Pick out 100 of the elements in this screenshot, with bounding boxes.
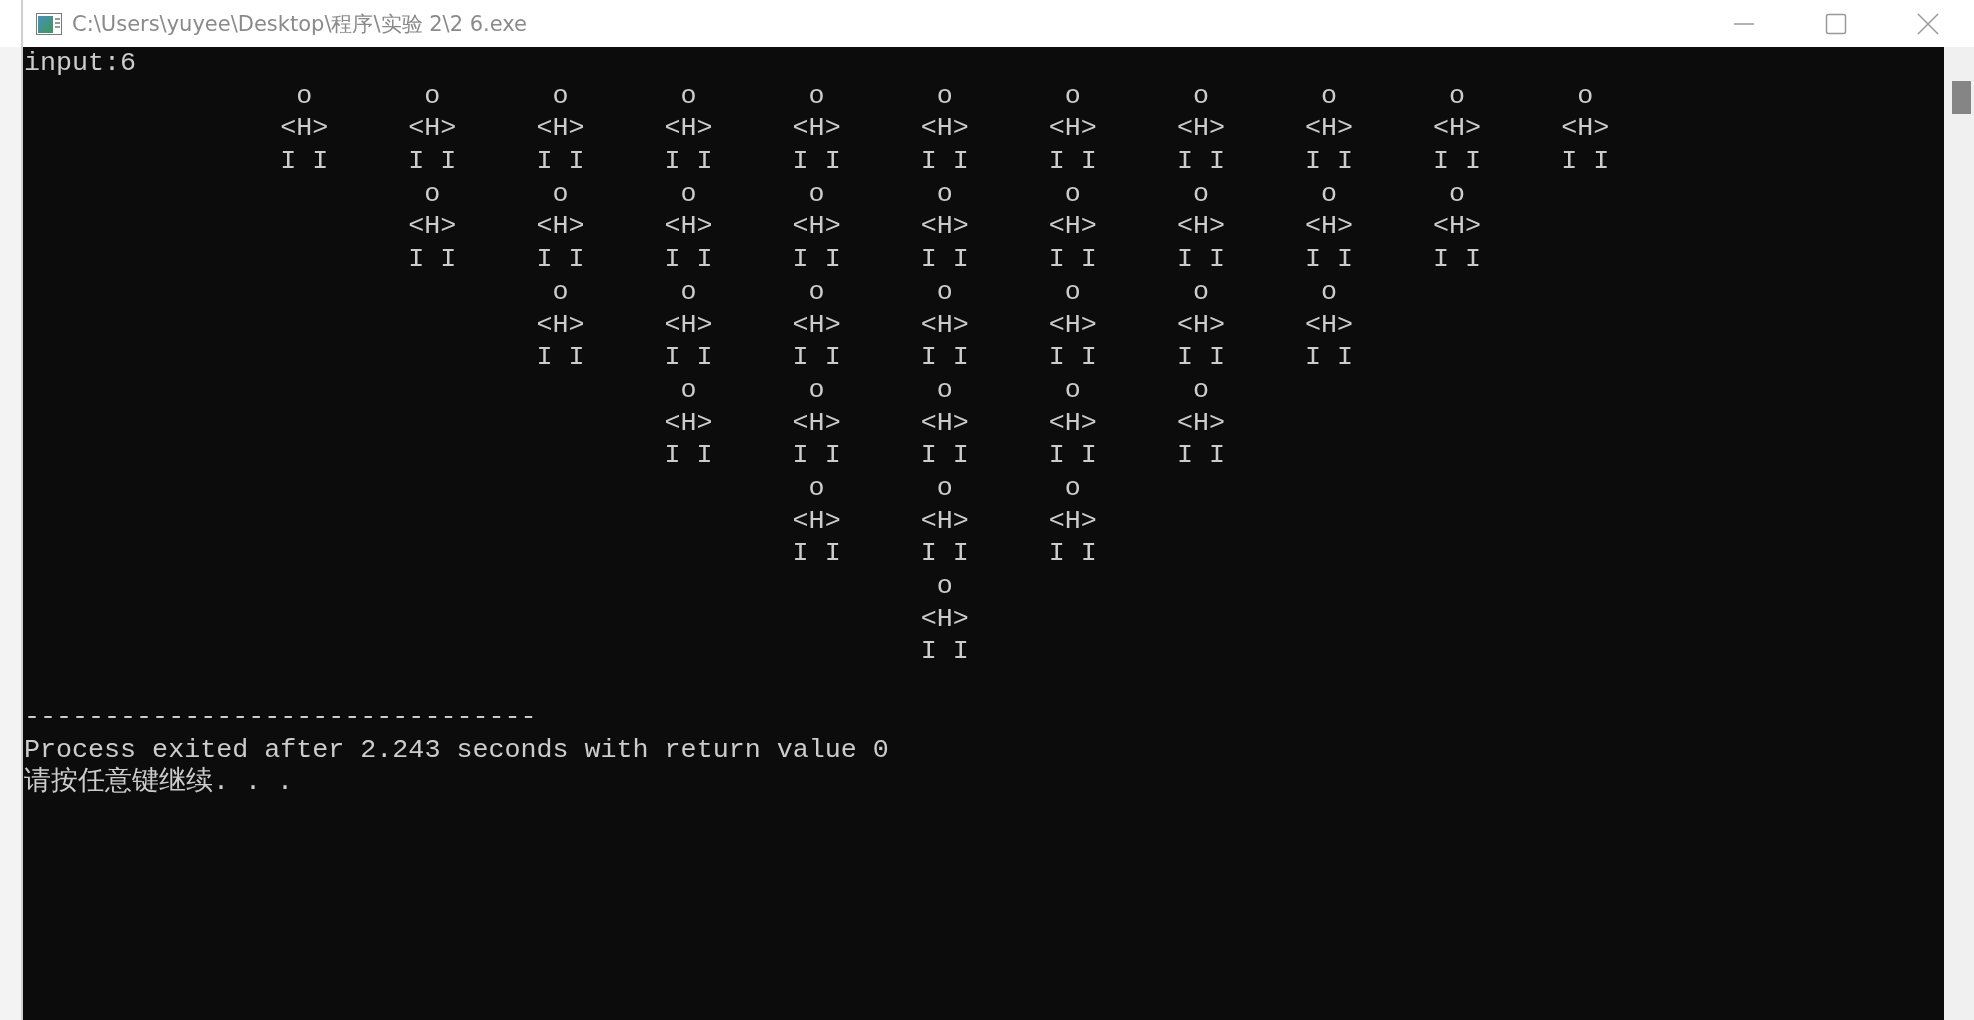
figure-legs: I I <box>1048 243 1097 276</box>
figure-head: o <box>552 177 569 211</box>
figure-legs: I I <box>792 537 841 570</box>
figure-head: o <box>936 373 953 407</box>
figure-body: <H> <box>1305 308 1354 342</box>
figure-legs: I I <box>408 145 457 178</box>
figure-legs: I I <box>1305 145 1354 178</box>
figure-head: o <box>936 275 953 309</box>
figure-head: o <box>552 275 569 309</box>
figure-legs: I I <box>1561 145 1610 178</box>
figure-legs: I I <box>536 145 585 178</box>
console-line: input:6 <box>24 47 137 80</box>
figure-body: <H> <box>1561 112 1610 146</box>
figure-head: o <box>1577 79 1594 113</box>
figure-head: o <box>424 79 441 113</box>
figure-head: o <box>1321 275 1337 309</box>
figure-body: <H> <box>1433 112 1482 146</box>
figure-head: o <box>936 177 953 211</box>
figure-body: <H> <box>920 406 969 440</box>
figure-body: <H> <box>792 504 841 538</box>
figure-head: o <box>1064 373 1081 407</box>
figure-head: o <box>296 79 313 113</box>
figure-body: <H> <box>1048 210 1097 244</box>
figure-body: <H> <box>1048 406 1097 440</box>
figure-body: <H> <box>408 210 457 244</box>
figure-legs: I I <box>1305 243 1354 276</box>
scrollbar[interactable] <box>1944 47 1974 1020</box>
figure-body: <H> <box>920 308 969 342</box>
figure-legs: I I <box>1305 341 1354 374</box>
figure-head: o <box>808 275 825 309</box>
figure-body: <H> <box>920 602 969 636</box>
figure-legs: I I <box>1176 341 1225 374</box>
figure-head: o <box>680 177 697 211</box>
figure-legs: I I <box>536 243 585 276</box>
figure-legs: I I <box>920 635 969 669</box>
figure-legs: I I <box>280 145 329 178</box>
figure-legs: I I <box>664 243 713 276</box>
figure-legs: I I <box>792 145 841 178</box>
console-line: 请按任意键继续. . . <box>24 766 294 800</box>
figure-legs: I I <box>1048 145 1097 178</box>
figure-body: <H> <box>920 210 969 244</box>
figure-legs: I I <box>664 145 713 178</box>
figure-body: <H> <box>1305 112 1354 146</box>
figure-legs: I I <box>920 243 969 276</box>
figure-legs: I I <box>920 145 969 178</box>
figure-head: o <box>808 373 825 407</box>
figure-head: o <box>1064 275 1081 309</box>
figure-head: o <box>1449 79 1466 113</box>
figure-body: <H> <box>664 210 713 244</box>
figure-body: <H> <box>1176 406 1225 440</box>
figure-legs: I I <box>1048 439 1097 472</box>
figure-legs: I I <box>792 341 841 374</box>
figure-head: o <box>808 177 825 211</box>
figure-body: <H> <box>920 504 969 538</box>
figure-legs: I I <box>1433 145 1482 178</box>
figure-head: o <box>1192 373 1209 407</box>
figure-head: o <box>1064 471 1081 505</box>
figure-legs: I I <box>1048 537 1097 570</box>
minimize-icon <box>1734 22 1754 25</box>
figure-legs: I I <box>1176 243 1225 276</box>
figure-body: <H> <box>1305 210 1354 244</box>
figure-body: <H> <box>664 406 713 440</box>
figure-body: <H> <box>792 112 841 146</box>
figure-head: o <box>808 471 825 505</box>
figure-body: <H> <box>792 308 841 342</box>
figure-body: <H> <box>1433 210 1482 244</box>
figure-body: <H> <box>792 210 841 244</box>
figure-body: <H> <box>1048 112 1097 146</box>
figure-head: o <box>424 177 441 211</box>
figure-legs: I I <box>1176 145 1225 178</box>
figure-head: o <box>1192 177 1209 211</box>
figure-head: o <box>936 570 953 603</box>
figure-legs: I I <box>920 341 969 374</box>
figure-legs: I I <box>408 243 457 276</box>
figure-head: o <box>936 471 953 505</box>
figure-head: o <box>1192 275 1209 309</box>
figure-head: o <box>552 79 569 113</box>
figure-body: <H> <box>536 210 585 244</box>
maximize-icon <box>1825 12 1847 35</box>
figure-body: <H> <box>280 112 329 146</box>
figure-head: o <box>1321 177 1337 211</box>
scrollbar-thumb[interactable] <box>1952 81 1971 114</box>
figure-body: <H> <box>664 308 713 342</box>
figure-legs: I I <box>1176 439 1225 472</box>
figure-body: <H> <box>792 406 841 440</box>
figure-body: <H> <box>920 112 969 146</box>
figure-legs: I I <box>792 243 841 276</box>
figure-head: o <box>680 79 697 113</box>
console-line: Process exited after 2.243 seconds with return value 0 <box>24 733 889 766</box>
window-title: C:\Users\yuyee\Desktop\程序\实验 2\2 6.exe <box>72 10 527 38</box>
figure-body: <H> <box>1176 210 1225 244</box>
figure-body: <H> <box>1176 112 1225 146</box>
console-window-icon <box>36 12 62 35</box>
figure-legs: I I <box>792 439 841 472</box>
figure-legs: I I <box>536 341 585 374</box>
figure-body: <H> <box>1048 308 1097 342</box>
figure-body: <H> <box>536 112 585 146</box>
figure-head: o <box>808 79 825 113</box>
figure-head: o <box>1064 177 1081 211</box>
figure-legs: I I <box>1048 341 1097 374</box>
